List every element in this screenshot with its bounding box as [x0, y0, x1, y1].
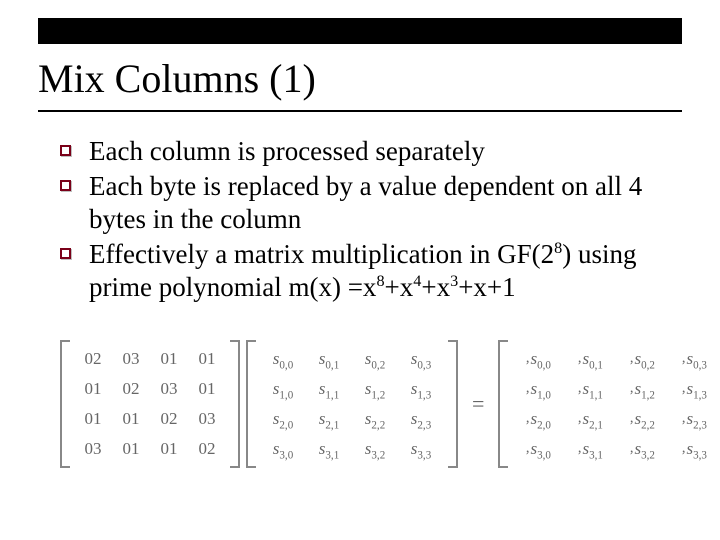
bullet-text: Each byte is replaced by a value depende…	[89, 170, 682, 236]
bracket-left-icon	[498, 340, 508, 468]
coef-matrix-grid: 02 03 01 01 01 02 03 01 01 01 02 03 03 01 01 02	[70, 340, 230, 468]
bullet-icon	[60, 248, 71, 259]
result-cell: ,s2,0	[526, 409, 551, 429]
state-cell: s0,2	[365, 349, 385, 369]
result-cell: ,s0,2	[630, 349, 655, 369]
slide-title: Mix Columns (1)	[38, 55, 682, 108]
bracket-left-icon	[246, 340, 256, 468]
result-matrix: ,s0,0 ,s0,1 ,s0,2 ,s0,3 ,s1,0 ,s1,1 ,s1,2 ,s1,3…	[498, 340, 720, 468]
coef-cell: 02	[123, 379, 140, 399]
equals-sign: =	[464, 391, 492, 417]
coef-cell: 01	[85, 409, 102, 429]
state-cell: s1,2	[365, 379, 385, 399]
result-cell: ,s2,3	[682, 409, 707, 429]
result-cell: ,s0,1	[578, 349, 603, 369]
bullet-item: Each byte is replaced by a value depende…	[60, 170, 682, 236]
bullet-text: Effectively a matrix multiplication in G…	[89, 238, 682, 304]
state-cell: s2,2	[365, 409, 385, 429]
state-cell: s0,3	[411, 349, 431, 369]
state-cell: s2,0	[273, 409, 293, 429]
state-cell: s3,2	[365, 439, 385, 459]
coef-cell: 03	[85, 439, 102, 459]
state-cell: s0,1	[319, 349, 339, 369]
coef-cell: 01	[161, 349, 178, 369]
state-cell: s1,3	[411, 379, 431, 399]
coef-cell: 01	[161, 439, 178, 459]
state-cell: s3,1	[319, 439, 339, 459]
state-cell: s0,0	[273, 349, 293, 369]
coef-cell: 02	[199, 439, 216, 459]
state-matrix-grid: s0,0 s0,1 s0,2 s0,3 s1,0 s1,1 s1,2 s1,3 s2,0 s2,1…	[256, 340, 448, 468]
coef-cell: 01	[85, 379, 102, 399]
state-cell: s3,0	[273, 439, 293, 459]
result-cell: ,s0,3	[682, 349, 707, 369]
state-cell: s1,0	[273, 379, 293, 399]
bullet-icon	[60, 180, 71, 191]
result-cell: ,s1,3	[682, 379, 707, 399]
title-underline	[38, 110, 682, 112]
bracket-right-icon	[448, 340, 458, 468]
state-cell: s2,1	[319, 409, 339, 429]
bullet-list: Each column is processed separately Each…	[60, 135, 682, 306]
result-cell: ,s3,0	[526, 439, 551, 459]
matrix-equation: 02030101010203010101020303010102 s0,0s0,…	[60, 340, 700, 468]
coef-cell: 01	[123, 439, 140, 459]
coef-cell: 01	[123, 409, 140, 429]
coef-cell: 03	[123, 349, 140, 369]
bullet-item: Each column is processed separately	[60, 135, 682, 168]
top-accent-bar	[38, 18, 682, 44]
result-cell: ,s2,2	[630, 409, 655, 429]
coef-cell: 01	[199, 379, 216, 399]
bullet-icon	[60, 145, 71, 156]
result-cell: ,s2,1	[578, 409, 603, 429]
result-cell: ,s1,0	[526, 379, 551, 399]
result-cell: ,s0,0	[526, 349, 551, 369]
coef-cell: 03	[199, 409, 216, 429]
coef-matrix: 02 03 01 01 01 02 03 01 01 01 02 03 03 01 01 02	[60, 340, 240, 468]
result-cell: ,s3,3	[682, 439, 707, 459]
state-cell: s1,1	[319, 379, 339, 399]
coef-cell: 02	[161, 409, 178, 429]
state-cell: s2,3	[411, 409, 431, 429]
bullet-text: Each column is processed separately	[89, 135, 485, 168]
result-cell: ,s1,2	[630, 379, 655, 399]
bracket-left-icon	[60, 340, 70, 468]
result-cell: ,s1,1	[578, 379, 603, 399]
coef-cell: 02	[85, 349, 102, 369]
state-matrix: s0,0 s0,1 s0,2 s0,3 s1,0 s1,1 s1,2 s1,3 s2,0 s2,1…	[246, 340, 458, 468]
result-cell: ,s3,2	[630, 439, 655, 459]
bullet-item: Effectively a matrix multiplication in G…	[60, 238, 682, 304]
coef-cell: 03	[161, 379, 178, 399]
state-cell: s3,3	[411, 439, 431, 459]
bracket-right-icon	[230, 340, 240, 468]
result-cell: ,s3,1	[578, 439, 603, 459]
result-matrix-grid: ,s0,0 ,s0,1 ,s0,2 ,s0,3 ,s1,0 ,s1,1 ,s1,2 ,s1,3…	[508, 340, 720, 468]
coef-cell: 01	[199, 349, 216, 369]
slide: Mix Columns (1) Each column is processed…	[0, 0, 720, 540]
